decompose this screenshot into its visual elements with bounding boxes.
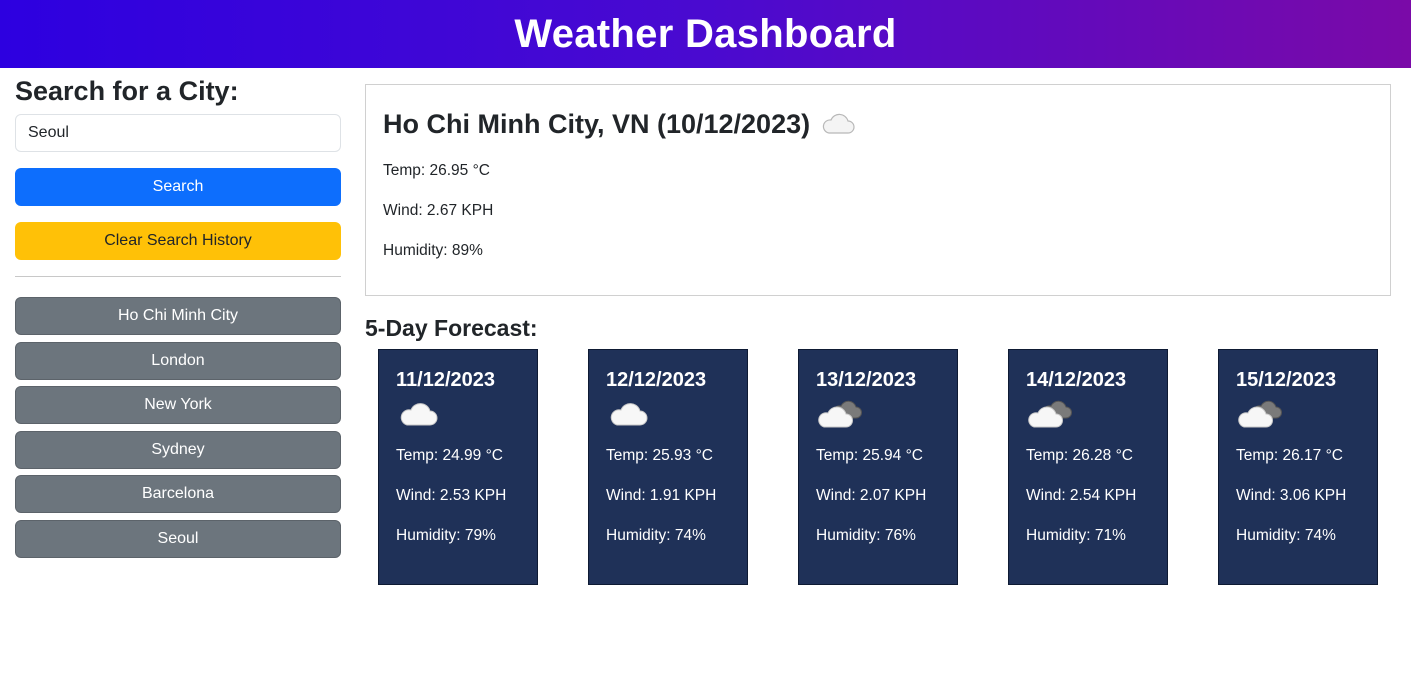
search-heading: Search for a City: [15, 76, 239, 106]
clear-history-button[interactable]: Clear Search History [15, 222, 341, 260]
forecast-card: 13/12/2023 Temp: 25.94 °C Wind: 2.07 KPH… [798, 349, 958, 585]
broken-clouds-icon [1236, 400, 1284, 430]
city-search-input[interactable] [15, 114, 341, 152]
forecast-humidity: Humidity: 79% [396, 527, 496, 544]
forecast-card: 11/12/2023 Temp: 24.99 °C Wind: 2.53 KPH… [378, 349, 538, 585]
current-city-date: Ho Chi Minh City, VN (10/12/2023) [383, 109, 811, 139]
forecast-wind: Wind: 2.07 KPH [816, 487, 927, 504]
forecast-card: 15/12/2023 Temp: 26.17 °C Wind: 3.06 KPH… [1218, 349, 1378, 585]
forecast-card: 12/12/2023 Temp: 25.93 °C Wind: 1.91 KPH… [588, 349, 748, 585]
search-sidebar: Search for a City: Search Clear Search H… [15, 74, 341, 558]
history-button-london[interactable]: London [15, 341, 341, 380]
history-button-barcelona[interactable]: Barcelona [15, 475, 341, 513]
forecast-wind: Wind: 2.53 KPH [396, 487, 507, 504]
current-humidity: Humidity: 89% [383, 242, 483, 259]
forecast-date: 13/12/2023 [816, 369, 917, 391]
forecast-heading: 5-Day Forecast: [365, 315, 538, 341]
current-wind: Wind: 2.67 KPH [383, 202, 494, 219]
forecast-date: 14/12/2023 [1026, 369, 1127, 391]
divider [15, 276, 341, 277]
history-button-sydney[interactable]: Sydney [15, 430, 341, 469]
broken-clouds-icon [816, 400, 864, 430]
forecast-humidity: Humidity: 74% [1236, 527, 1336, 544]
forecast-wind: Wind: 3.06 KPH [1236, 487, 1347, 504]
forecast-humidity: Humidity: 71% [1026, 527, 1126, 544]
forecast-temp: Temp: 25.93 °C [606, 447, 714, 464]
history-button-seoul[interactable]: Seoul [15, 519, 341, 558]
forecast-wind: Wind: 2.54 KPH [1026, 487, 1137, 504]
current-weather-card: Ho Chi Minh City, VN (10/12/2023) Temp: … [365, 84, 1391, 296]
broken-clouds-icon [1026, 400, 1074, 430]
current-temp: Temp: 26.95 °C [383, 162, 491, 179]
history-button-ho-chi-minh-city[interactable]: Ho Chi Minh City [15, 297, 341, 335]
history-button-new-york[interactable]: New York [15, 386, 341, 424]
forecast-humidity: Humidity: 76% [816, 527, 916, 544]
search-button[interactable]: Search [15, 168, 341, 206]
forecast-humidity: Humidity: 74% [606, 527, 706, 544]
page-title: Weather Dashboard [514, 11, 897, 56]
forecast-card: 14/12/2023 Temp: 26.28 °C Wind: 2.54 KPH… [1008, 349, 1168, 585]
cloud-icon [396, 400, 440, 430]
forecast-temp: Temp: 25.94 °C [816, 447, 924, 464]
cloud-icon [606, 400, 650, 430]
cloud-icon [820, 113, 856, 135]
forecast-date: 12/12/2023 [606, 369, 707, 391]
forecast-date: 15/12/2023 [1236, 369, 1337, 391]
forecast-wind: Wind: 1.91 KPH [606, 487, 717, 504]
forecast-temp: Temp: 26.17 °C [1236, 447, 1344, 464]
forecast-temp: Temp: 24.99 °C [396, 447, 504, 464]
search-history-list: Ho Chi Minh City London New York Sydney … [15, 297, 341, 564]
page-header: Weather Dashboard [0, 0, 1411, 68]
current-weather-title: Ho Chi Minh City, VN (10/12/2023) [383, 107, 1373, 141]
forecast-temp: Temp: 26.28 °C [1026, 447, 1134, 464]
forecast-date: 11/12/2023 [396, 369, 495, 391]
